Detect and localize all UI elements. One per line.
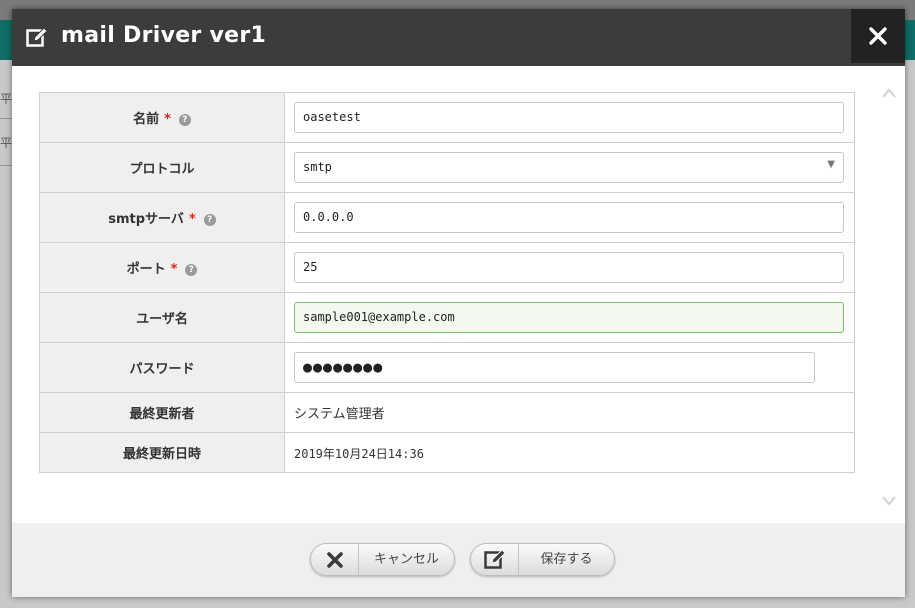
settings-form-table: 名前 *? oasetest プロトコル smtp ▼ smtpサーバ * ? …	[39, 92, 855, 473]
last-updated-at-value: 2019年10月24日14:36	[294, 447, 424, 461]
cancel-button-label: キャンセル	[373, 552, 439, 567]
mail-driver-dialog: mail Driver ver1 名前 *? oasetest プロトコル sm…	[12, 9, 905, 597]
form-row-name: 名前 *? oasetest	[39, 92, 855, 143]
smtp-server-input[interactable]: 0.0.0.0	[294, 202, 844, 233]
field-label-text: 最終更新日時	[122, 447, 201, 462]
field-label-text: ユーザ名	[136, 312, 188, 327]
save-button-label: 保存する	[540, 552, 593, 567]
save-button[interactable]: 保存する	[470, 543, 615, 576]
field-label-text: パスワード	[129, 362, 195, 377]
field-label: 名前 *?	[39, 92, 285, 143]
name-input[interactable]: oasetest	[294, 102, 844, 133]
help-circle-icon[interactable]: ?	[185, 263, 198, 276]
last-updated-by-value: システム管理者	[294, 407, 385, 422]
field-label-text: 名前	[133, 112, 160, 127]
edit-icon	[26, 27, 48, 47]
field-label-text: プロトコル	[129, 162, 195, 177]
edit-icon	[483, 548, 506, 569]
form-row-password: パスワード ●●●●●●●●	[39, 342, 855, 393]
field-label-text: ポート	[126, 262, 166, 277]
field-label-text: 最終更新者	[129, 407, 195, 422]
close-icon	[869, 27, 887, 45]
protocol-select[interactable]: smtp ▼	[294, 152, 844, 183]
background-side-text: 平	[0, 136, 13, 150]
field-label-text: smtpサーバ	[108, 212, 184, 227]
form-row-last-updated-at: 最終更新日時 2019年10月24日14:36	[39, 432, 855, 473]
help-circle-icon[interactable]: ?	[203, 213, 216, 226]
form-row-last-updated-by: 最終更新者 システム管理者	[39, 392, 855, 433]
help-circle-icon[interactable]: ?	[178, 113, 191, 126]
protocol-select-value[interactable]: smtp	[294, 152, 844, 183]
form-row-smtp-server: smtpサーバ *? 0.0.0.0	[39, 192, 855, 243]
dialog-footer: キャンセル 保存する	[12, 523, 905, 597]
chevron-down-icon[interactable]	[881, 494, 897, 506]
dialog-title: mail Driver ver1	[61, 23, 267, 48]
cancel-button[interactable]: キャンセル	[310, 543, 455, 576]
required-mark: *	[164, 112, 171, 127]
field-label: ユーザ名	[39, 292, 285, 343]
field-label: プロトコル	[39, 142, 285, 193]
close-button[interactable]	[851, 9, 905, 63]
background-divider	[0, 165, 12, 166]
field-label: ポート *?	[39, 242, 285, 293]
form-row-username: ユーザ名 sample001@example.com	[39, 292, 855, 343]
dialog-body: 名前 *? oasetest プロトコル smtp ▼ smtpサーバ * ? …	[12, 66, 905, 523]
background-side-text: 平	[0, 92, 13, 106]
username-input[interactable]: sample001@example.com	[294, 302, 844, 333]
x-icon	[326, 551, 343, 568]
dialog-header: mail Driver ver1	[12, 9, 905, 66]
form-row-port: ポート *? 25	[39, 242, 855, 293]
password-input[interactable]: ●●●●●●●●	[294, 352, 815, 383]
port-input[interactable]: 25	[294, 252, 844, 283]
field-label: パスワード	[39, 342, 285, 393]
field-label: 最終更新者	[39, 392, 285, 433]
chevron-up-icon[interactable]	[881, 87, 897, 99]
field-label: smtpサーバ *?	[39, 192, 285, 243]
chevron-down-icon[interactable]: ▼	[827, 159, 835, 170]
background-divider	[0, 118, 12, 119]
required-mark: *	[170, 262, 178, 277]
form-row-protocol: プロトコル smtp ▼	[39, 142, 855, 193]
field-label: 最終更新日時	[39, 432, 285, 473]
required-mark: *	[188, 212, 196, 227]
